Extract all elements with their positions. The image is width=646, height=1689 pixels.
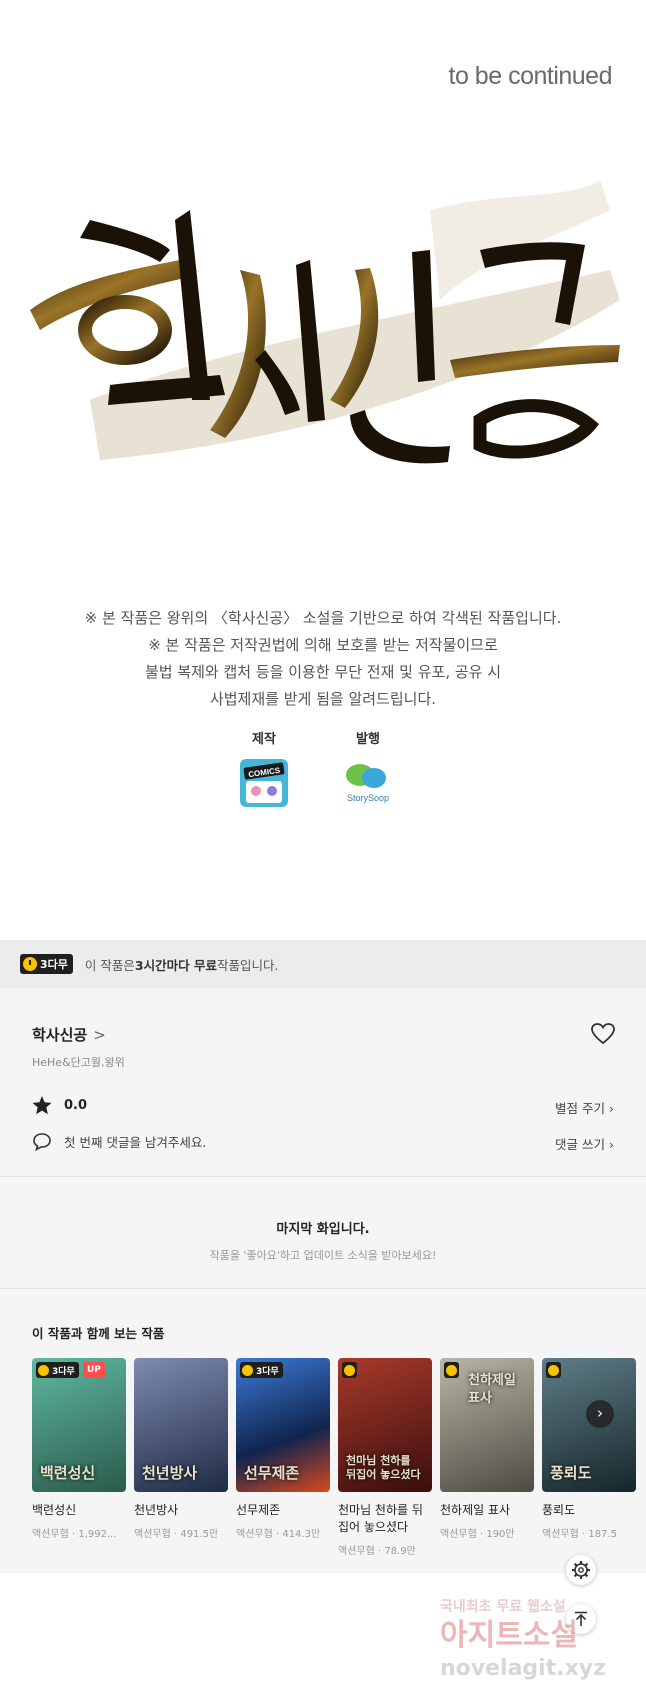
notice-text-bold: 3시간마다 무료 [134,957,217,973]
wait-free-badge: 3다무 [240,1362,283,1378]
work-title-link[interactable]: 학사신공 > [32,1024,106,1045]
recommendation-card[interactable]: 3다무 선무제존 선무제존 액션무협 · 414.3만 [236,1358,330,1540]
svg-text:아지트소설: 아지트소설 [440,1618,578,1653]
to-be-continued-text: to be continued [448,62,613,90]
webtoon-final-panel: to be continued ※ 본 작품은 왕위의 〈학사신공〉 소설을 기… [0,0,646,930]
chevron-right-icon: › [609,1137,614,1152]
cover-thumbnail: 3다무 UP 백련성신 [32,1358,126,1492]
card-title: 천하제일 표사 [440,1503,511,1517]
rating: 0.0 [32,1096,87,1115]
clock-icon [38,1364,49,1376]
wait-free-badge [546,1362,561,1378]
card-meta: 액션무협 · 78.9만 [338,1546,416,1557]
notice-text-post: 작품입니다. [216,957,279,973]
card-title: 천년방사 [134,1503,179,1517]
copyright-line: ※ 본 작품은 저작권법에 의해 보호를 받는 저작물이므로 [148,636,498,654]
rating-value: 0.0 [64,1098,88,1113]
update-badge: UP [83,1362,105,1378]
comment-prompt[interactable]: 첫 번째 댓글을 남겨주세요. [32,1132,206,1151]
like-heart-icon[interactable] [590,1022,616,1046]
clock-icon [344,1364,355,1376]
cover-thumbnail: 천마님 천하를 뒤집어 놓으셨다 [338,1358,432,1492]
recommendations-carousel: 3다무 UP 백련성신 백련성신 액션무협 · 1,992... 천년방사 천년… [32,1358,646,1573]
clock-icon [242,1364,253,1376]
clock-icon [446,1364,457,1376]
card-meta: 액션무협 · 187.5 [542,1529,617,1540]
last-episode-title: 마지막 화입니다. [276,1222,370,1237]
cover-title-art: 천마님 천하를 뒤집어 놓으셨다 [346,1454,421,1481]
cover-thumbnail: 천년방사 [134,1358,228,1492]
publisher-credit: 발행 StorySoop [323,728,413,813]
last-episode-message: 마지막 화입니다. 작품을 '좋아요'하고 업데이트 소식을 받아보세요! [0,1218,646,1263]
card-title: 풍뢰도 [542,1503,576,1517]
last-episode-subtitle: 작품을 '좋아요'하고 업데이트 소식을 받아보세요! [209,1249,437,1262]
clock-icon [548,1364,559,1376]
cover-title-art: 천하제일 표사 [468,1373,516,1406]
svg-text:novelagit.xyz: novelagit.xyz [440,1656,606,1681]
work-info-panel: 학사신공 > HeHe&단고월,왕위 0.0 별점 주기 › 첫 번째 댓글을 … [0,988,646,1573]
recommendation-card[interactable]: 풍뢰도 풍뢰도 액션무협 · 187.5 [542,1358,636,1540]
copyright-notice: ※ 본 작품은 왕위의 〈학사신공〉 소설을 기반으로 하여 각색된 작품입니다… [0,605,646,713]
copyright-line: ※ 본 작품은 왕위의 〈학사신공〉 소설을 기반으로 하여 각색된 작품입니다… [84,609,562,627]
recommendation-card[interactable]: 천년방사 천년방사 액션무협 · 491.5만 [134,1358,228,1540]
speech-bubble-icon [33,1133,51,1151]
card-meta: 액션무협 · 190만 [440,1529,515,1540]
divider [0,1176,646,1177]
copyright-line: 사법제재를 받게 됨을 알려드립니다. [209,690,437,708]
notice-text-pre: 이 작품은 [84,957,135,973]
cover-thumbnail: 천하제일 표사 [440,1358,534,1492]
card-meta: 액션무협 · 1,992... [32,1529,117,1540]
site-watermark: 국내최초 무료 웹소설 아지트소설 novelagit.xyz [440,1599,606,1681]
work-authors: HeHe&단고월,왕위 [32,1056,125,1069]
card-title: 백련성신 [32,1503,77,1517]
cover-title-art: 풍뢰도 [550,1464,592,1482]
recommendation-card[interactable]: 천마님 천하를 뒤집어 놓으셨다 천마님 천하를 뒤집어 놓으셨다 액션무협 ·… [338,1358,432,1557]
storysoop-logo: StorySoop [346,764,389,803]
wait-free-badge: 3다무 [36,1362,79,1378]
wait-free-badge [444,1362,459,1378]
rate-button[interactable]: 별점 주기 › [555,1098,614,1117]
chevron-right-icon: > [93,1025,106,1044]
settings-button[interactable] [566,1555,596,1585]
cover-title-art: 천년방사 [142,1464,198,1482]
clock-icon [23,957,37,971]
card-meta: 액션무협 · 414.3만 [236,1529,321,1540]
comics-logo: COMICS [240,759,288,807]
gear-icon [572,1561,590,1579]
copyright-line: 불법 복제와 캡처 등을 이용한 무단 전재 및 유포, 공유 시 [144,663,502,681]
cover-title-art: 백련성신 [40,1464,96,1482]
production-credit: 제작 COMICS [219,728,309,813]
series-logo [30,180,620,464]
star-icon [32,1096,52,1115]
carousel-next-button[interactable]: › [586,1400,614,1428]
svg-text:국내최초 무료 웹소설: 국내최초 무료 웹소설 [440,1599,566,1615]
publisher-label: 발행 [356,732,380,747]
wait-free-badge [342,1362,357,1378]
card-title: 선무제존 [236,1503,281,1517]
chevron-right-icon: › [597,1404,603,1422]
write-comment-button[interactable]: 댓글 쓰기 › [555,1134,614,1153]
chevron-right-icon: › [609,1101,614,1116]
recommendation-card[interactable]: 3다무 UP 백련성신 백련성신 액션무협 · 1,992... [32,1358,126,1540]
divider [0,1288,646,1289]
wait-free-badge: 3다무 [20,954,73,974]
recommendations-heading: 이 작품과 함께 보는 작품 [32,1326,165,1341]
card-title: 천마님 천하를 뒤집어 놓으셨다 [338,1503,423,1534]
cover-title-art: 선무제존 [244,1464,300,1482]
cover-thumbnail: 3다무 선무제존 [236,1358,330,1492]
free-every-3-hours-notice: 3다무 이 작품은 3시간마다 무료 작품입니다. [0,940,646,988]
svg-text:StorySoop: StorySoop [347,793,389,803]
cover-thumbnail: 풍뢰도 [542,1358,636,1492]
card-meta: 액션무협 · 491.5만 [134,1529,219,1540]
recommendation-card[interactable]: 천하제일 표사 천하제일 표사 액션무협 · 190만 [440,1358,534,1540]
production-label: 제작 [252,732,276,747]
work-title: 학사신공 [32,1026,88,1044]
